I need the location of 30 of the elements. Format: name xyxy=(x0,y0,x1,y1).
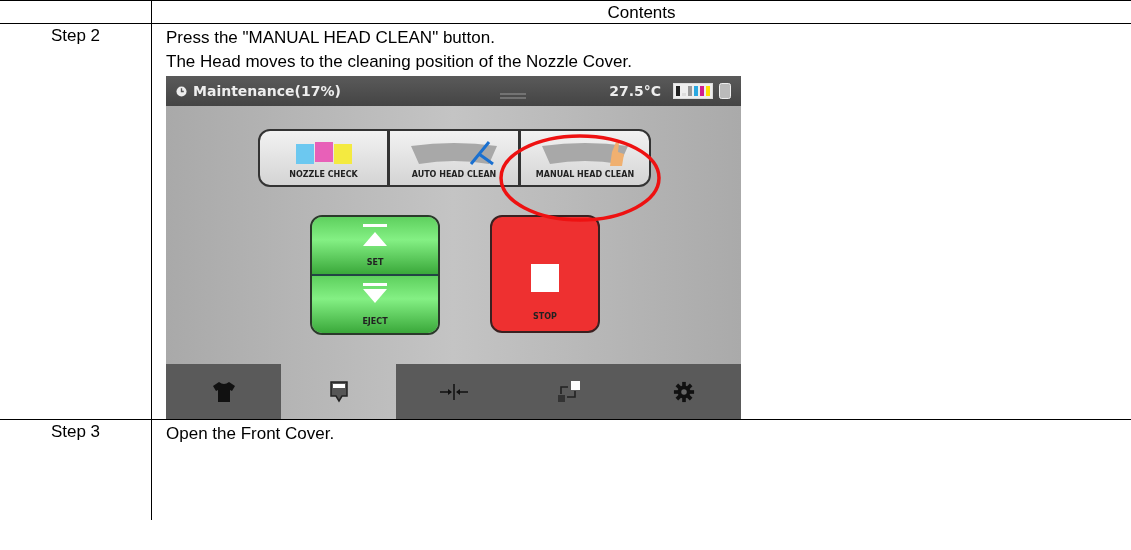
align-arrows-icon xyxy=(439,383,468,400)
settings-icon xyxy=(672,380,695,403)
clock-icon xyxy=(176,85,187,97)
nav-tab[interactable] xyxy=(166,364,281,419)
mode-button[interactable]: AUTO HEAD CLEAN xyxy=(389,129,520,187)
t-shirt-icon xyxy=(211,381,236,402)
set-button[interactable]: SET xyxy=(312,217,438,276)
instruction-text: Press the "MANUAL HEAD CLEAN" button. xyxy=(166,28,495,47)
column-header: Contents xyxy=(607,3,676,22)
stop-icon xyxy=(531,264,559,292)
ink-levels-icon xyxy=(673,83,713,99)
nav-tab[interactable] xyxy=(626,364,741,419)
ink-cartridge-icon xyxy=(329,380,348,403)
wiper-icon xyxy=(409,140,499,166)
hand-icon xyxy=(540,140,630,166)
screen-title: Maintenance(17%) xyxy=(193,83,341,99)
stop-button[interactable]: STOP xyxy=(490,215,600,333)
step-label: Step 3 xyxy=(50,422,101,441)
battery-icon xyxy=(719,83,731,99)
temperature-reading: 27.5°C xyxy=(609,83,661,99)
swap-squares-icon xyxy=(556,380,581,403)
mode-button[interactable]: NOZZLE CHECK xyxy=(258,129,389,187)
instruction-text: The Head moves to the cleaning position of the Nozzle Cover. xyxy=(166,52,632,71)
eject-button[interactable]: EJECT xyxy=(312,276,438,333)
pull-handle-icon[interactable] xyxy=(498,92,528,100)
up-arrow-icon xyxy=(361,224,389,248)
step-label: Step 2 xyxy=(50,26,101,45)
color-stripes-icon xyxy=(293,140,354,166)
instruction-text: Open the Front Cover. xyxy=(166,424,335,443)
mode-button[interactable]: MANUAL HEAD CLEAN xyxy=(520,129,651,187)
